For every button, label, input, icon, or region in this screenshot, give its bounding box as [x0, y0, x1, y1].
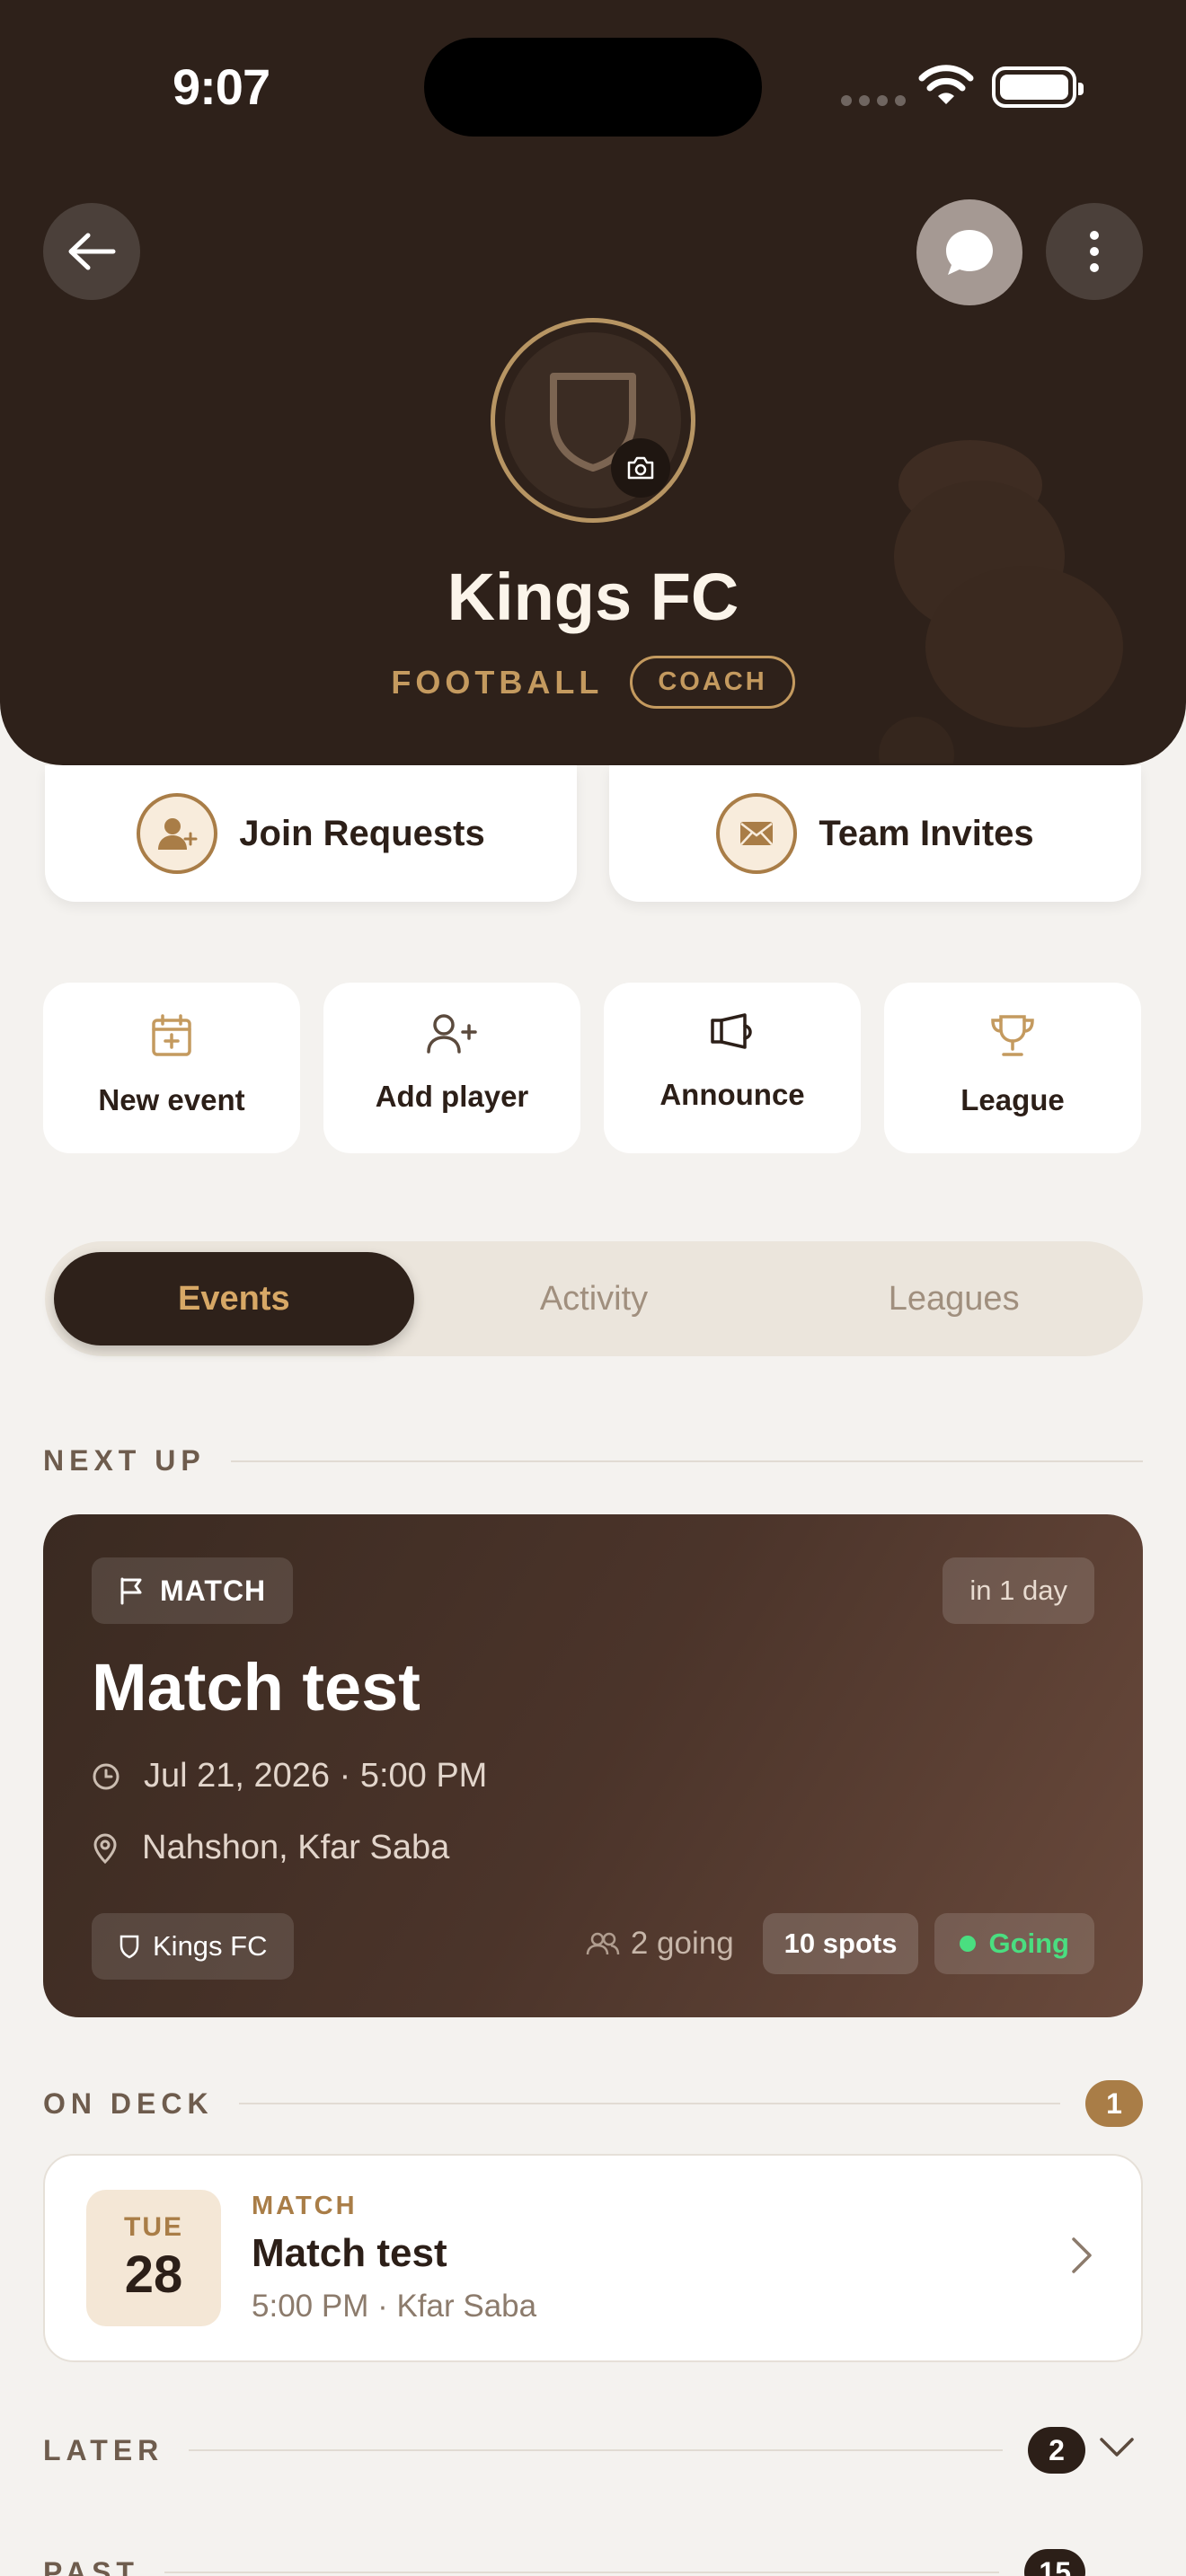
calendar-plus-icon — [152, 1014, 191, 1056]
signal-icon — [841, 95, 906, 106]
sport-label: FOOTBALL — [391, 663, 604, 701]
battery-icon — [992, 66, 1084, 108]
team-invites-button[interactable]: Team Invites — [609, 765, 1141, 902]
team-chat-button[interactable] — [916, 199, 1022, 305]
past-count-badge: 15 — [1024, 2549, 1085, 2576]
add-player-button[interactable]: Add player — [323, 983, 580, 1153]
tab-events[interactable]: Events — [54, 1252, 414, 1345]
rsvp-status-button[interactable]: Going — [934, 1913, 1094, 1974]
flag-icon — [120, 1577, 142, 1605]
team-header: 9:07 Kings FC FOOTBALL COACH — [0, 0, 1186, 765]
league-label: League — [960, 1083, 1065, 1116]
on-deck-title: ON DECK — [43, 2086, 214, 2120]
event-date-box: TUE 28 — [86, 2190, 221, 2326]
divider — [189, 2449, 1003, 2451]
trophy-icon — [991, 1015, 1034, 1056]
status-dot — [960, 1936, 977, 1952]
on-deck-section-header: ON DECK 1 — [43, 2080, 1143, 2127]
tab-bar: Events Activity Leagues — [45, 1241, 1143, 1356]
on-deck-count-badge: 1 — [1085, 2080, 1143, 2127]
divider — [164, 2572, 1000, 2573]
event-meta: 5:00 PM · Kfar Saba — [252, 2289, 537, 2324]
divider — [238, 2103, 1060, 2104]
rsvp-status-label: Going — [988, 1928, 1069, 1959]
more-options-button[interactable] — [1046, 203, 1143, 300]
announce-label: Announce — [659, 1078, 805, 1111]
event-weekday: TUE — [124, 2211, 183, 2242]
spots-badge: 10 spots — [762, 1913, 919, 1974]
event-title: Match test — [92, 1650, 420, 1725]
user-plus-icon — [137, 793, 218, 874]
new-event-button[interactable]: New event — [43, 983, 300, 1153]
new-event-label: New event — [98, 1083, 245, 1116]
event-datetime: Jul 21, 2026 · 5:00 PM — [144, 1757, 488, 1795]
event-team-tag: Kings FC — [92, 1913, 295, 1980]
arrow-left-icon — [68, 233, 116, 270]
relative-time-badge: in 1 day — [943, 1557, 1094, 1624]
clock-icon — [93, 1763, 119, 1789]
team-invites-label: Team Invites — [819, 813, 1034, 853]
event-title: Match test — [252, 2231, 447, 2275]
chevron-down-icon[interactable] — [1098, 2436, 1136, 2459]
later-section-header[interactable]: LATER 2 — [43, 2427, 1085, 2474]
event-location-row: Nahshon, Kfar Saba — [92, 1829, 449, 1867]
going-count-label: 2 going — [630, 1926, 734, 1961]
next-event-card[interactable]: MATCH in 1 day Match test Jul 21, 2026 ·… — [43, 1514, 1143, 2017]
role-badge: COACH — [630, 656, 795, 709]
shield-icon — [119, 1935, 139, 1959]
event-type-tag: MATCH — [92, 1557, 294, 1624]
users-icon — [586, 1932, 620, 1955]
event-attendance: 2 going 10 spots Going — [586, 1913, 1094, 1974]
event-type-label: MATCH — [252, 2192, 358, 2220]
event-list-item[interactable]: TUE 28 MATCH Match test 5:00 PM · Kfar S… — [43, 2154, 1143, 2362]
back-button[interactable] — [43, 203, 140, 300]
event-datetime-row: Jul 21, 2026 · 5:00 PM — [92, 1757, 487, 1795]
location-pin-icon — [93, 1832, 117, 1864]
event-team-label: Kings FC — [153, 1930, 268, 1962]
announce-button[interactable]: Announce — [604, 983, 861, 1153]
divider — [230, 1460, 1143, 1462]
later-count-badge: 2 — [1028, 2427, 1085, 2474]
tab-leagues[interactable]: Leagues — [774, 1252, 1134, 1345]
league-button[interactable]: League — [884, 983, 1141, 1153]
change-photo-button[interactable] — [611, 438, 670, 498]
chevron-right-icon — [1072, 2237, 1092, 2273]
past-title: PAST — [43, 2555, 139, 2576]
join-requests-label: Join Requests — [239, 813, 485, 853]
chat-bubble-icon — [946, 230, 993, 275]
event-day: 28 — [124, 2245, 183, 2304]
tab-activity[interactable]: Activity — [414, 1252, 774, 1345]
more-vertical-icon — [1090, 231, 1099, 272]
next-up-section-header: NEXT UP — [43, 1444, 1143, 1478]
envelope-icon — [716, 793, 798, 874]
user-plus-icon — [427, 1014, 477, 1054]
team-crest[interactable] — [491, 318, 695, 523]
dynamic-island — [424, 38, 762, 137]
past-section-header[interactable]: PAST 15 — [43, 2549, 1085, 2576]
next-up-title: NEXT UP — [43, 1444, 206, 1477]
add-player-label: Add player — [375, 1080, 529, 1113]
team-meta: FOOTBALL COACH — [0, 656, 1186, 709]
status-time: 9:07 — [173, 58, 270, 115]
join-requests-button[interactable]: Join Requests — [45, 765, 577, 902]
wifi-icon — [918, 65, 974, 104]
later-title: LATER — [43, 2433, 164, 2466]
team-name: Kings FC — [447, 560, 739, 634]
event-type-label: MATCH — [160, 1574, 267, 1607]
going-count: 2 going — [586, 1926, 734, 1962]
event-location: Nahshon, Kfar Saba — [142, 1829, 450, 1866]
megaphone-icon — [711, 1013, 752, 1049]
camera-icon — [627, 456, 654, 480]
